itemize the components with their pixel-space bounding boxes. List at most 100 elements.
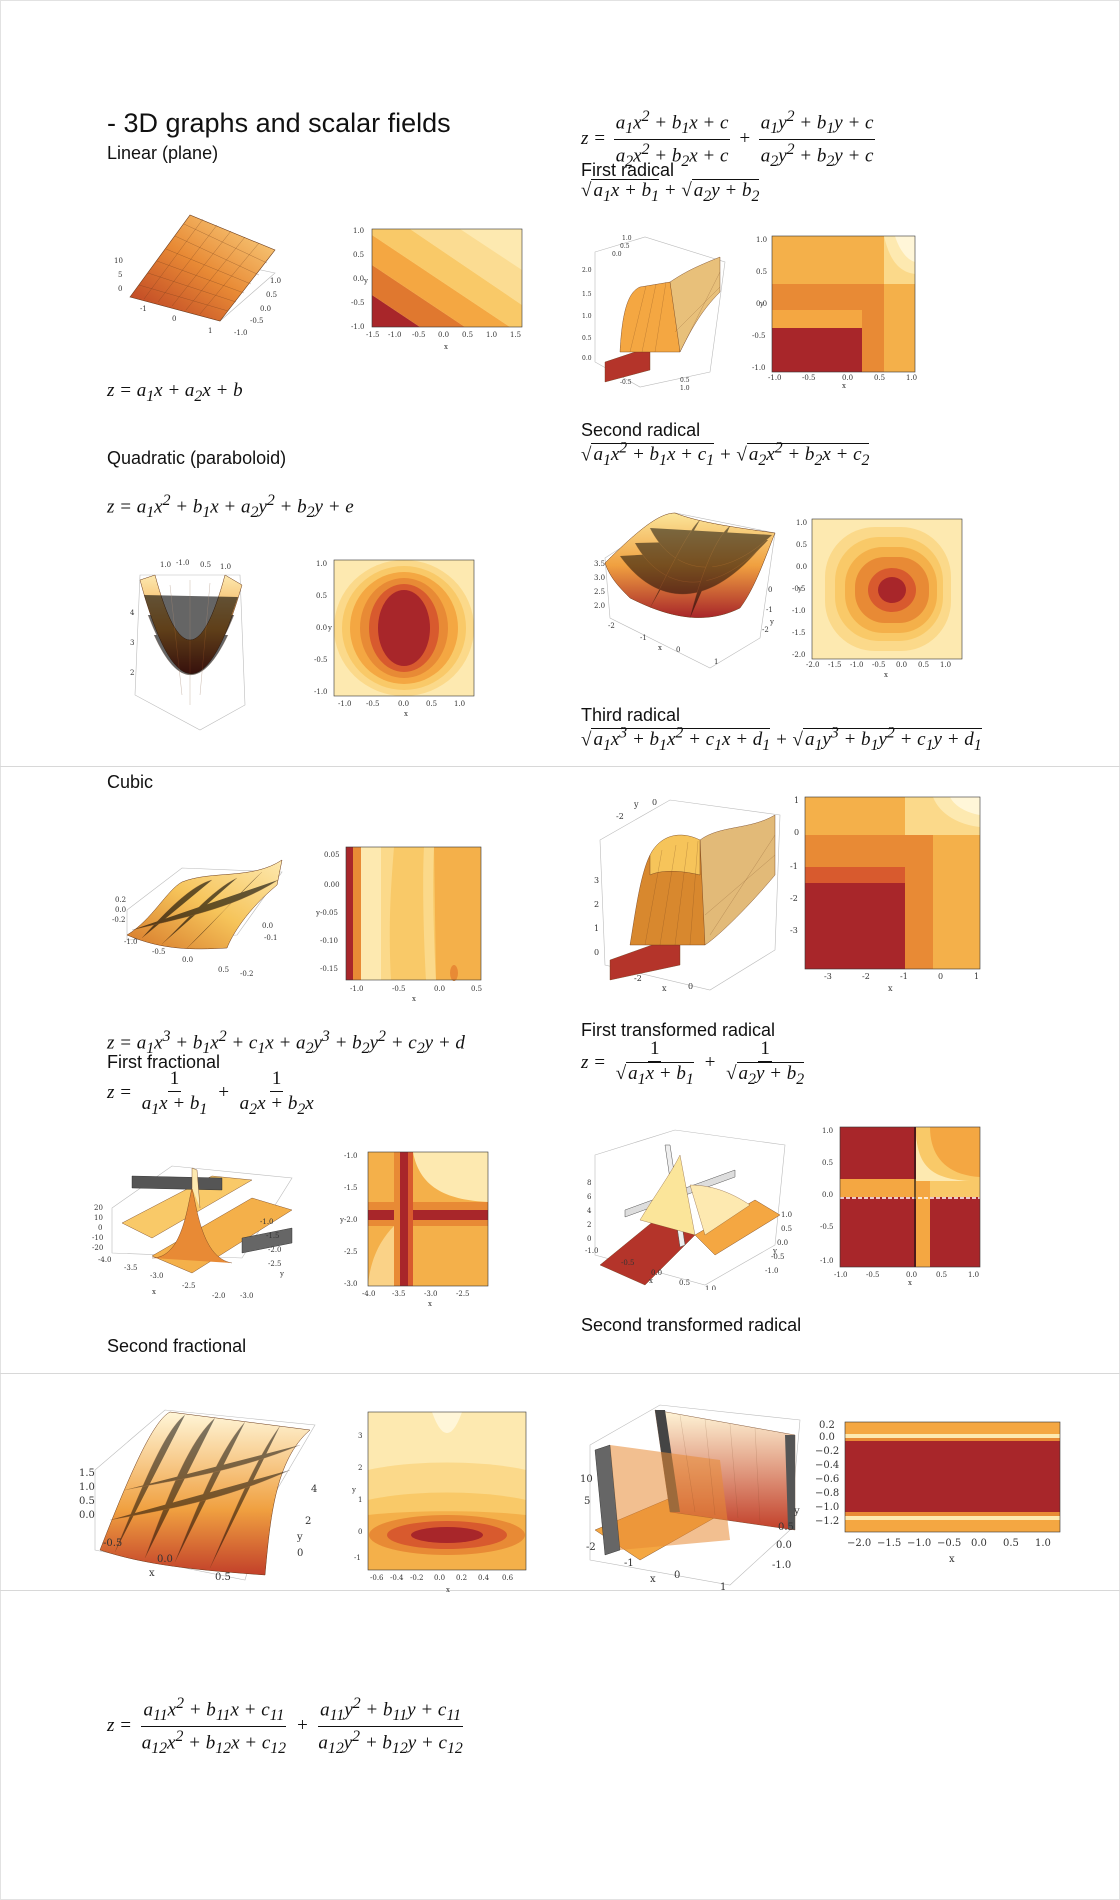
svg-text:0.0: 0.0 (398, 700, 409, 708)
svg-text:1: 1 (594, 924, 599, 933)
svg-text:-1.0: -1.0 (768, 374, 782, 382)
svg-text:-2.5: -2.5 (344, 1248, 358, 1256)
formula-cubic: z = a1x3 + b1x2 + c1x + a2y3 + b2y2 + c2… (107, 1028, 465, 1058)
svg-text:-3.0: -3.0 (344, 1280, 358, 1288)
svg-text:2.0: 2.0 (582, 267, 592, 274)
svg-text:3: 3 (594, 876, 599, 885)
svg-text:20: 20 (94, 1204, 103, 1212)
svg-text:y: y (296, 1532, 303, 1543)
svg-text:-1.5: -1.5 (266, 1232, 280, 1240)
svg-text:0.5: 0.5 (918, 661, 929, 669)
svg-text:-2: -2 (608, 622, 615, 630)
svg-text:y: y (759, 300, 764, 308)
formula-second-fractional: z = a1x2 + b1x + c a2x2 + b2x + c + a1y2 … (581, 108, 876, 171)
svg-text:x: x (662, 984, 667, 993)
svg-text:0.0: 0.0 (79, 1510, 95, 1521)
svg-text:1.0: 1.0 (79, 1482, 95, 1493)
svg-text:−1.0: −1.0 (815, 1502, 839, 1513)
svg-text:y: y (279, 1270, 284, 1278)
svg-text:-0.2: -0.2 (410, 1574, 424, 1582)
svg-text:3: 3 (358, 1432, 362, 1440)
first-fractional-contour-plot: -1.0 -1.5 -2.0 -2.5 -3.0 -4.0 -3.5 -3.0 -2.5 y x (340, 1150, 500, 1310)
svg-text:1.0: 1.0 (705, 1285, 716, 1290)
svg-text:1.0: 1.0 (486, 331, 497, 339)
svg-text:4: 4 (311, 1484, 317, 1495)
svg-text:1.0: 1.0 (822, 1127, 833, 1135)
svg-text:−2.0: −2.0 (847, 1538, 871, 1549)
svg-text:10: 10 (580, 1474, 593, 1485)
svg-text:2.0: 2.0 (594, 602, 605, 610)
svg-text:0: 0 (358, 1528, 362, 1536)
svg-text:-1: -1 (140, 305, 147, 313)
svg-text:-0.5: -0.5 (366, 700, 380, 708)
svg-text:0.0: 0.0 (776, 1540, 792, 1551)
svg-text:−1.2: −1.2 (815, 1516, 839, 1527)
svg-text:-20: -20 (92, 1244, 103, 1252)
svg-text:y: y (793, 1506, 800, 1517)
section-label-linear: Linear (plane) (107, 143, 219, 163)
svg-text:-3.5: -3.5 (392, 1290, 406, 1298)
first-radical-contour-plot: 1.0 0.5 0.0 -0.5 -1.0 -1.0 -0.5 0.0 0.5 1.0 y x (750, 232, 925, 392)
svg-text:-1.0: -1.0 (834, 1271, 848, 1279)
svg-text:-1.0: -1.0 (314, 688, 328, 696)
linear-contour-plot: 1.0 0.5 0.0 -0.5 -1.0 -1.5 -1.0 -0.5 0.0 0.5 1.0 1… (350, 225, 530, 355)
svg-text:-1.0: -1.0 (752, 364, 766, 372)
svg-text:0.0: 0.0 (316, 624, 327, 632)
svg-text:-1.5: -1.5 (828, 661, 842, 669)
svg-text:-2: -2 (634, 974, 642, 983)
svg-text:0.0: 0.0 (842, 374, 853, 382)
svg-text:0.5: 0.5 (936, 1271, 947, 1279)
formula-second-transformed-radical: z = a11x2 + b11x + c11 a12x2 + b12x + c12… (107, 1695, 463, 1758)
svg-text:0.5: 0.5 (426, 700, 437, 708)
svg-text:1.0: 1.0 (968, 1271, 979, 1279)
svg-text:-1.5: -1.5 (344, 1184, 358, 1192)
second-fractional-contour-plot: 3 2 1 0 -1 -0.6 -0.4 -0.2 0.0 0.2 0.4 0.6 y x (352, 1410, 532, 1595)
svg-text:0.5: 0.5 (822, 1159, 833, 1167)
svg-text:x: x (949, 1554, 955, 1565)
svg-text:-0.2: -0.2 (112, 916, 126, 924)
svg-text:−0.8: −0.8 (815, 1488, 839, 1499)
svg-text:-1.0: -1.0 (260, 1218, 274, 1226)
svg-text:0: 0 (98, 1224, 102, 1232)
svg-text:-1.0: -1.0 (765, 1267, 779, 1275)
svg-text:0.0: 0.0 (777, 1239, 788, 1247)
svg-text:x: x (658, 644, 662, 652)
svg-text:x: x (149, 1568, 155, 1579)
svg-text:1.5: 1.5 (582, 291, 592, 298)
svg-text:5: 5 (584, 1496, 590, 1507)
svg-text:-0.10: -0.10 (320, 937, 338, 945)
svg-text:0.5: 0.5 (79, 1496, 95, 1507)
svg-text:0.4: 0.4 (478, 1574, 490, 1582)
svg-text:-2.0: -2.0 (212, 1292, 226, 1300)
svg-text:-2.0: -2.0 (792, 651, 806, 659)
svg-text:x: x (404, 710, 408, 718)
svg-text:-2.5: -2.5 (268, 1260, 282, 1268)
svg-text:1.0: 1.0 (906, 374, 917, 382)
svg-text:8: 8 (587, 1179, 591, 1187)
svg-text:0.0: 0.0 (434, 1574, 445, 1582)
formula-linear: z = a1x + a2x + b (107, 380, 243, 405)
svg-text:0.0: 0.0 (796, 563, 807, 571)
svg-text:1: 1 (714, 658, 718, 666)
svg-text:-1.0: -1.0 (820, 1257, 834, 1265)
svg-text:x: x (884, 671, 888, 679)
svg-text:-1.0: -1.0 (350, 985, 364, 993)
svg-text:x: x (412, 995, 416, 1003)
svg-text:0.6: 0.6 (502, 1574, 514, 1582)
svg-text:-1.5: -1.5 (366, 331, 380, 339)
svg-text:−1.0: −1.0 (907, 1538, 931, 1549)
svg-text:-10: -10 (92, 1234, 103, 1242)
second-transformed-radical-contour-plot: 0.2 0.0 −0.2 −0.4 −0.6 −0.8 −1.0 −1.2 −2.0 −1.5−… (815, 1420, 1070, 1575)
svg-text:1.5: 1.5 (510, 331, 521, 339)
svg-text:0.5: 0.5 (582, 335, 592, 342)
svg-text:3.0: 3.0 (594, 574, 605, 582)
svg-text:-0.5: -0.5 (412, 331, 426, 339)
section-label-second-transformed-radical: Second transformed radical (581, 1315, 802, 1335)
svg-text:1: 1 (794, 796, 799, 805)
svg-text:-1.0: -1.0 (234, 329, 248, 337)
svg-text:1.0: 1.0 (160, 561, 171, 569)
svg-text:0.0: 0.0 (906, 1271, 917, 1279)
second-radical-contour-plot: 1.0 0.5 0.0 -0.5 -1.0 -1.5 -2.0 -2.0 -1.5 -1.0 -0… (790, 515, 970, 680)
svg-text:0.0: 0.0 (651, 1269, 662, 1277)
svg-text:0.0: 0.0 (262, 922, 273, 930)
